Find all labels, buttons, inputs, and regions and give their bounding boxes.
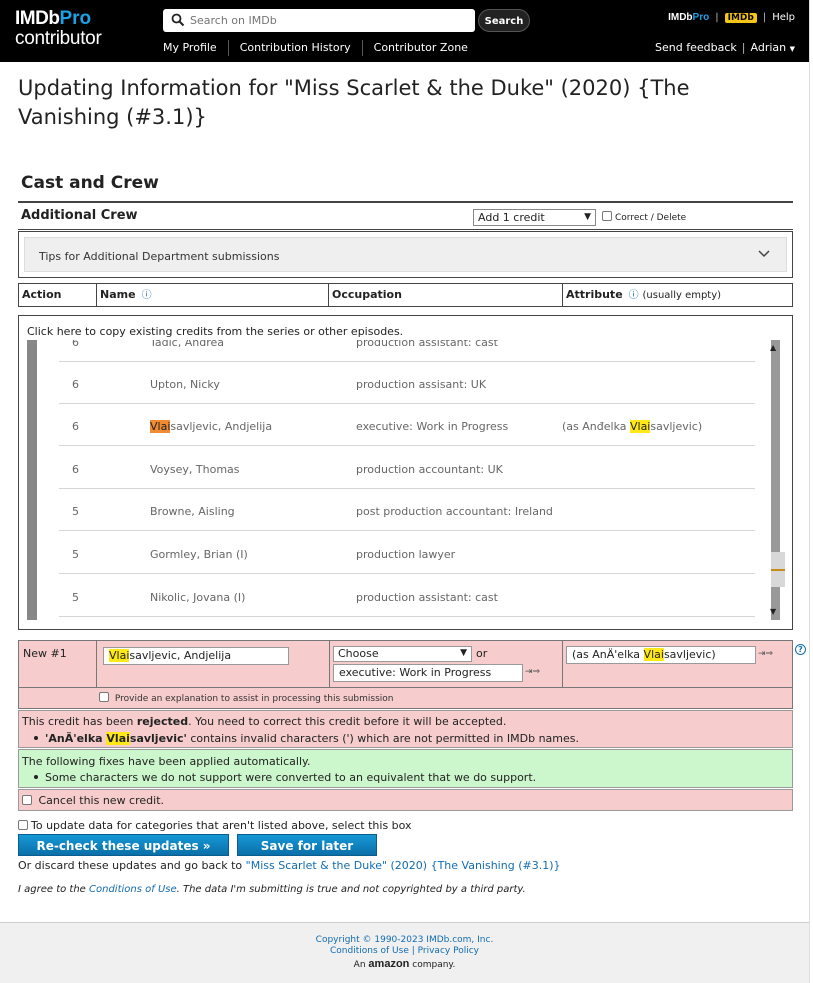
discard-link[interactable]: "Miss Scarlet & the Duke" (2020) {The Va… <box>246 859 561 872</box>
recheck-button[interactable]: Re-check these updates » <box>18 834 229 856</box>
nav-divider <box>361 40 363 56</box>
copyright-link[interactable]: Copyright © 1990-2023 IMDb.com, Inc. <box>0 935 809 945</box>
send-feedback-link[interactable]: Send feedback <box>655 41 737 54</box>
occupation-choose-select[interactable]: Choose ▼ <box>333 646 472 662</box>
footer-privacy-link[interactable]: Privacy Policy <box>418 946 479 956</box>
checkbox[interactable] <box>18 820 28 830</box>
search-input[interactable] <box>188 11 468 29</box>
correct-delete-checkbox[interactable]: Correct / Delete <box>602 211 686 223</box>
tips-panel[interactable]: Tips for Additional Department submissio… <box>18 231 793 278</box>
top-right-links: IMDbPro | IMDb | Help <box>668 12 795 23</box>
nav-my-profile[interactable]: My Profile <box>163 41 217 54</box>
update-other-categories-checkbox[interactable]: To update data for categories that aren'… <box>18 819 412 832</box>
section-title: Cast and Crew <box>21 173 159 193</box>
page-title: Updating Information for "Miss Scarlet &… <box>18 76 690 129</box>
chevron-down-icon: ▼ <box>460 648 467 658</box>
main-content: Updating Information for "Miss Scarlet &… <box>0 62 809 922</box>
nav-divider <box>227 40 229 56</box>
checkbox[interactable] <box>602 211 612 221</box>
help-icon[interactable]: ⓘ <box>629 285 639 307</box>
chevron-down-icon[interactable] <box>758 248 770 260</box>
fixes-message: The following fixes have been applied au… <box>18 749 793 788</box>
new-credit-row: New #1 Vlaisavljevic, Andjelija Choose ▼ … <box>18 640 793 709</box>
discard-text: Or discard these updates and go back to … <box>18 859 561 872</box>
top-bar: IMDbPro contributor Search My ProfileCon… <box>0 0 809 62</box>
col-action: Action <box>19 284 97 306</box>
checkbox[interactable] <box>22 795 32 805</box>
conditions-link[interactable]: Conditions of Use <box>89 884 177 895</box>
list-item: 6 Tadic, Andrea production assistant: ca… <box>59 340 755 362</box>
chevron-down-icon: ▼ <box>584 212 591 222</box>
imdbpro-link[interactable]: IMDbPro <box>668 12 709 23</box>
search-box <box>163 9 475 32</box>
logo-contributor-text: contributor <box>15 28 102 49</box>
or-label: or <box>476 647 488 660</box>
user-menu[interactable]: Adrian ▼ <box>751 41 796 54</box>
tips-title: Tips for Additional Department submissio… <box>39 250 280 263</box>
expand-arrow-icon[interactable]: ⇥⇒ <box>525 667 540 677</box>
imdb-link[interactable]: IMDb <box>724 13 757 23</box>
nav-contributor-zone[interactable]: Contributor Zone <box>374 41 468 54</box>
column-header-row: Action Name ⓘ Occupation Attribute ⓘ (usua… <box>18 283 793 307</box>
explanation-checkbox[interactable]: Provide an explanation to assist in proc… <box>99 692 393 704</box>
help-link[interactable]: Help <box>772 12 795 23</box>
section-divider <box>18 201 793 203</box>
agreement-text: I agree to the Conditions of Use. The da… <box>18 884 526 895</box>
subsection-title: Additional Crew <box>21 208 138 223</box>
add-credit-select[interactable]: Add 1 credit ▼ <box>473 209 596 226</box>
col-occupation: Occupation <box>329 284 563 306</box>
main-nav: My Profile Contribution History Contributo… <box>163 40 468 56</box>
list-item: 5 Browne, Aisling post production accoun… <box>59 489 755 531</box>
credits-scrollbar[interactable]: ▲ ▼ <box>768 340 786 620</box>
scroll-down-icon[interactable]: ▼ <box>770 607 776 616</box>
imdbpro-contributor-logo[interactable]: IMDbPro contributor <box>15 8 102 49</box>
list-item: 6 Upton, Nicky production assisant: UK <box>59 362 755 404</box>
logo-pro-text: Pro <box>59 8 92 29</box>
copy-credits-link[interactable]: Click here to copy existing credits from… <box>27 325 403 338</box>
list-item: 6 Vlaisavljevic, Andjelija executive: Wo… <box>59 404 755 446</box>
expand-arrow-icon[interactable]: ⇥⇒ <box>758 649 773 659</box>
col-name: Name ⓘ <box>97 284 329 306</box>
col-attribute: Attribute ⓘ (usually empty) <box>563 284 792 306</box>
logo-imdb-text: IMDb <box>15 8 60 29</box>
search-icon <box>171 13 185 27</box>
search-button[interactable]: Search <box>478 9 530 32</box>
amazon-logo: amazon <box>368 958 410 970</box>
footer-conditions-link[interactable]: Conditions of Use <box>330 946 409 956</box>
help-icon[interactable]: ⓘ <box>142 285 152 307</box>
new-credit-name-input[interactable]: Vlaisavljevic, Andjelija <box>103 647 289 665</box>
window-edge <box>809 0 813 983</box>
save-for-later-button[interactable]: Save for later <box>237 834 377 856</box>
checkbox[interactable] <box>99 692 109 702</box>
attribute-input[interactable]: (as AnÄ'elka Vlaisavljevic) <box>566 646 756 664</box>
scroll-up-icon[interactable]: ▲ <box>770 343 776 352</box>
credits-list[interactable]: 6 Tadic, Andrea production assistant: ca… <box>27 340 787 620</box>
nav-contribution-history[interactable]: Contribution History <box>240 41 351 54</box>
footer: Copyright © 1990-2023 IMDb.com, Inc. Con… <box>0 922 809 983</box>
list-item: 5 Nikolic, Jovana (I) production assista… <box>59 575 755 617</box>
scrollbar-thumb[interactable] <box>771 552 785 587</box>
help-icon[interactable]: ? <box>795 644 806 655</box>
existing-credits-panel: Click here to copy existing credits from… <box>18 315 793 630</box>
user-links: Send feedback | Adrian ▼ <box>655 41 795 54</box>
caret-down-icon: ▼ <box>789 45 795 53</box>
occupation-input[interactable]: executive: Work in Progress <box>333 664 523 682</box>
cancel-credit-row[interactable]: Cancel this new credit. <box>18 789 793 811</box>
new-credit-label: New #1 <box>23 647 67 660</box>
user-name: Adrian <box>750 41 787 54</box>
rejected-message: This credit has been rejected. You need … <box>18 710 793 748</box>
subsection-divider <box>18 229 793 230</box>
list-item: 6 Voysey, Thomas production accountant: … <box>59 447 755 489</box>
list-item: 5 Gormley, Brian (I) production lawyer <box>59 532 755 574</box>
